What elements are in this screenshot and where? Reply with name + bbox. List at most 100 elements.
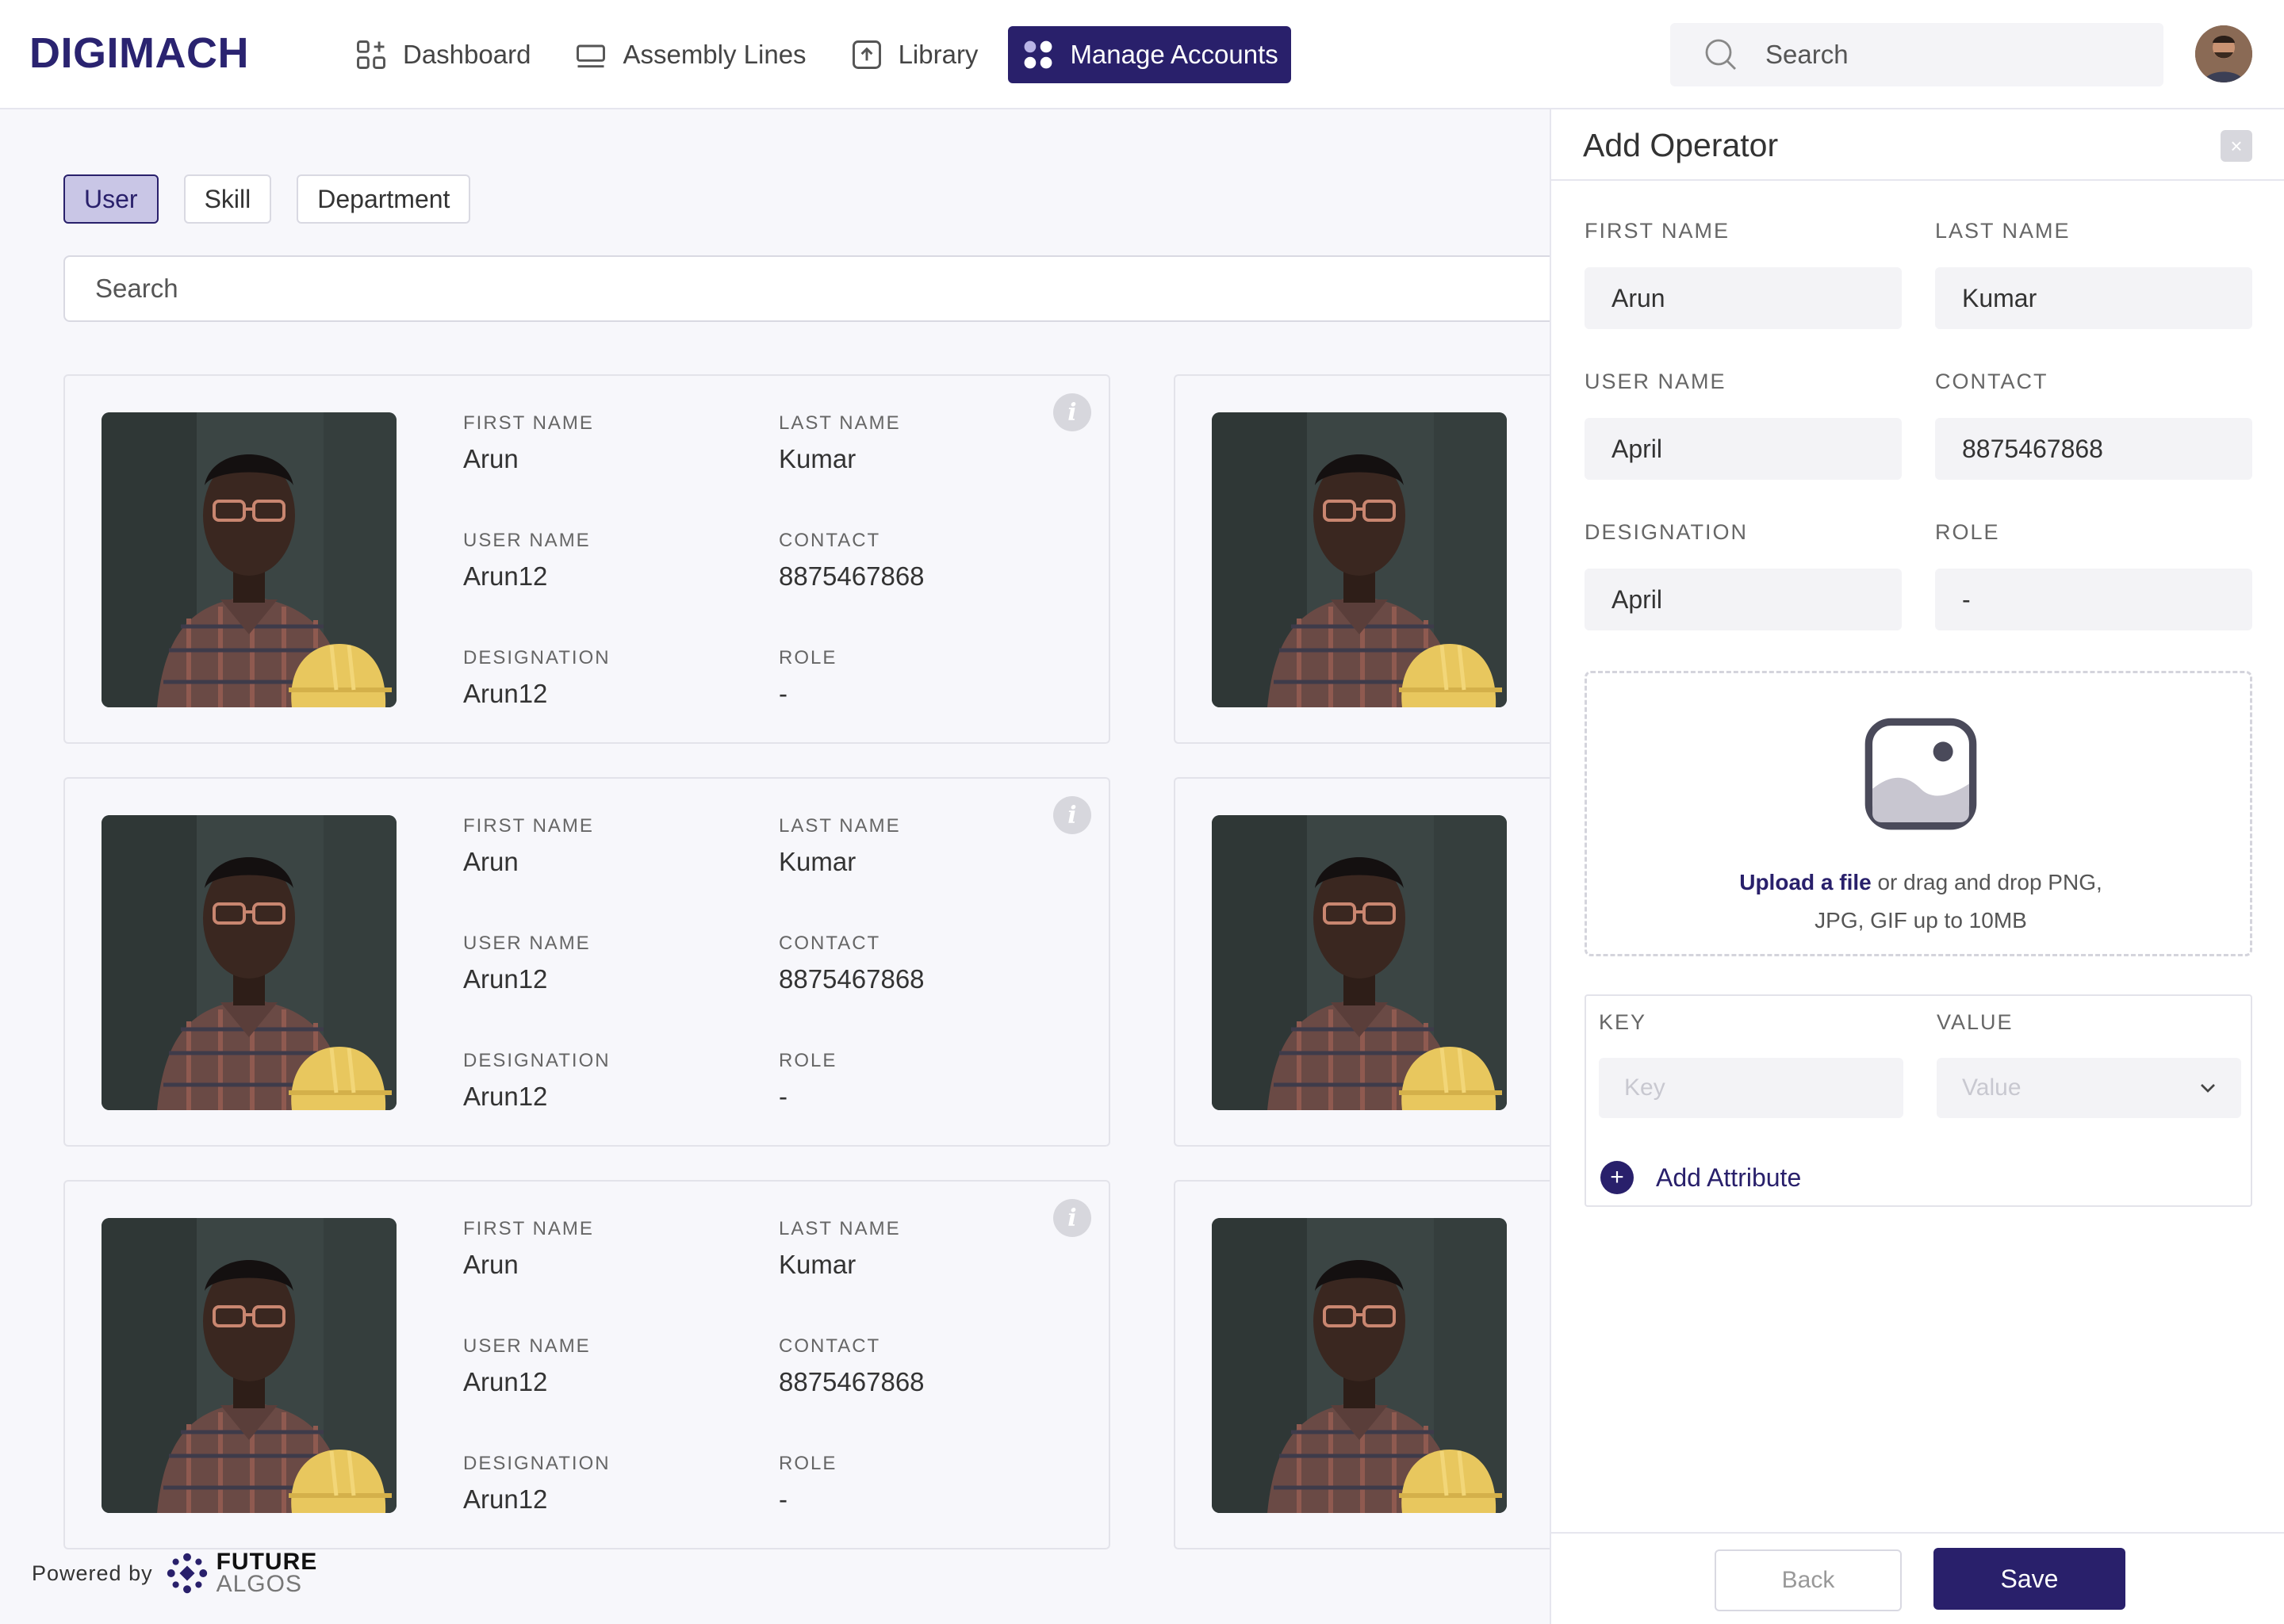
nav-assembly-lines[interactable]: Assembly Lines (561, 26, 818, 83)
value-select[interactable]: Value (1937, 1058, 2241, 1118)
nav-manage-accounts-label: Manage Accounts (1070, 40, 1278, 69)
role-value: - (779, 1484, 788, 1514)
save-button[interactable]: Save (1933, 1548, 2125, 1610)
future-algos-wordmark: FUTURE ALGOS (216, 1550, 318, 1597)
designation-value: Arun12 (463, 679, 548, 708)
nav-assembly-lines-label: Assembly Lines (623, 40, 807, 69)
value-label: VALUE (1937, 1010, 2014, 1034)
user-name-value: Arun12 (463, 964, 548, 994)
upload-text-1: or drag and drop PNG, (1871, 870, 2102, 894)
avatar-image (2195, 25, 2252, 82)
contact-label: CONTACT (779, 530, 881, 551)
tab-skill[interactable]: Skill (183, 174, 272, 224)
logo-line-2: ALGOS (216, 1571, 302, 1597)
user-card[interactable] (1174, 374, 1554, 744)
user-avatar[interactable] (2195, 25, 2252, 82)
user-card[interactable] (1174, 1180, 1554, 1549)
key-label: KEY (1599, 1010, 1647, 1034)
search-icon (1705, 39, 1736, 70)
add-attribute-label: Add Attribute (1656, 1162, 1802, 1192)
manage-accounts-icon (1025, 40, 1052, 69)
first-name-value: Arun (463, 847, 519, 876)
nav-library[interactable]: Library (837, 26, 991, 83)
last-name-input-label: LAST NAME (1935, 219, 2071, 243)
contact-value: 8875467868 (779, 561, 925, 591)
role-input[interactable]: - (1935, 569, 2252, 630)
last-name-label: LAST NAME (779, 815, 901, 837)
first-name-label: FIRST NAME (463, 412, 594, 434)
first-name-input-label: FIRST NAME (1585, 219, 1730, 243)
contact-field: CONTACT 8875467868 (779, 1335, 925, 1397)
last-name-value: Kumar (779, 847, 856, 876)
chevron-down-icon (2201, 1084, 2215, 1093)
role-value: - (779, 1082, 788, 1111)
contact-input-group: CONTACT 8875467868 (1935, 370, 2252, 480)
assembly-lines-icon (577, 44, 606, 68)
powered-by-label: Powered by (32, 1561, 153, 1585)
user-name-input[interactable]: April (1585, 418, 1902, 480)
first-name-label: FIRST NAME (463, 1218, 594, 1239)
last-name-field: LAST NAME Kumar (779, 1218, 901, 1280)
contact-label: CONTACT (779, 933, 881, 954)
contact-field: CONTACT 8875467868 (779, 530, 925, 592)
value-select-placeholder: Value (1962, 1074, 2021, 1101)
first-name-value: Arun (463, 1250, 519, 1279)
info-icon[interactable]: i (1053, 393, 1091, 431)
brand-logo[interactable]: DIGIMACH (29, 29, 249, 78)
first-name-field: FIRST NAME Arun (463, 412, 594, 474)
first-name-value: Arun (463, 444, 519, 473)
role-field: ROLE - (779, 647, 837, 709)
contact-value: 8875467868 (779, 1367, 925, 1396)
main-nav: Dashboard Assembly Lines Library Manage … (341, 26, 1309, 83)
user-photo (1212, 815, 1507, 1110)
user-name-input-label: USER NAME (1585, 370, 1726, 393)
upload-file-link[interactable]: Upload a file (1739, 870, 1871, 894)
user-name-input-group: USER NAME April (1585, 370, 1902, 480)
first-name-input[interactable]: Arun (1585, 267, 1902, 329)
user-search-input[interactable]: Search (63, 255, 1570, 322)
user-card[interactable]: FIRST NAME Arun LAST NAME Kumar USER NAM… (63, 374, 1110, 744)
role-field: ROLE - (779, 1050, 837, 1112)
drawer-divider (1551, 179, 2284, 181)
dashboard-icon (357, 40, 385, 69)
info-icon[interactable]: i (1053, 1199, 1091, 1237)
user-card[interactable] (1174, 777, 1554, 1147)
user-name-value: Arun12 (463, 1367, 548, 1396)
tab-department[interactable]: Department (297, 174, 471, 224)
info-icon[interactable]: i (1053, 796, 1091, 834)
file-upload-dropzone[interactable]: Upload a file or drag and drop PNG, JPG,… (1585, 671, 2252, 956)
nav-manage-accounts[interactable]: Manage Accounts (1008, 26, 1291, 83)
contact-input[interactable]: 8875467868 (1935, 418, 2252, 480)
drawer-footer-divider (1551, 1532, 2284, 1534)
designation-value: Arun12 (463, 1484, 548, 1514)
user-name-label: USER NAME (463, 933, 591, 954)
add-attribute-button[interactable]: + Add Attribute (1600, 1161, 1801, 1194)
user-photo (1212, 1218, 1507, 1513)
designation-label: DESIGNATION (463, 647, 611, 668)
global-search-input[interactable]: Search (1670, 23, 2163, 86)
last-name-value: Kumar (779, 444, 856, 473)
last-name-field: LAST NAME Kumar (779, 412, 901, 474)
user-card[interactable]: FIRST NAME Arun LAST NAME Kumar USER NAM… (63, 777, 1110, 1147)
nav-dashboard-label: Dashboard (403, 40, 531, 69)
user-photo (1212, 412, 1507, 707)
tab-user[interactable]: User (63, 174, 159, 224)
designation-input[interactable]: April (1585, 569, 1902, 630)
nav-dashboard[interactable]: Dashboard (341, 26, 543, 83)
attributes-panel: KEY VALUE Key Value + Add Attribute (1585, 994, 2252, 1207)
close-icon[interactable]: × (2221, 130, 2252, 162)
user-name-value: Arun12 (463, 561, 548, 591)
designation-label: DESIGNATION (463, 1453, 611, 1474)
last-name-label: LAST NAME (779, 1218, 901, 1239)
last-name-input[interactable]: Kumar (1935, 267, 2252, 329)
role-input-label: ROLE (1935, 520, 2000, 544)
user-photo (102, 815, 397, 1110)
user-card[interactable]: FIRST NAME Arun LAST NAME Kumar USER NAM… (63, 1180, 1110, 1549)
designation-value: Arun12 (463, 1082, 548, 1111)
back-button[interactable]: Back (1715, 1549, 1902, 1611)
key-input[interactable]: Key (1599, 1058, 1903, 1118)
first-name-field: FIRST NAME Arun (463, 815, 594, 877)
user-search-placeholder: Search (95, 274, 178, 303)
first-name-input-group: FIRST NAME Arun (1585, 219, 1902, 329)
user-name-field: USER NAME Arun12 (463, 1335, 591, 1397)
